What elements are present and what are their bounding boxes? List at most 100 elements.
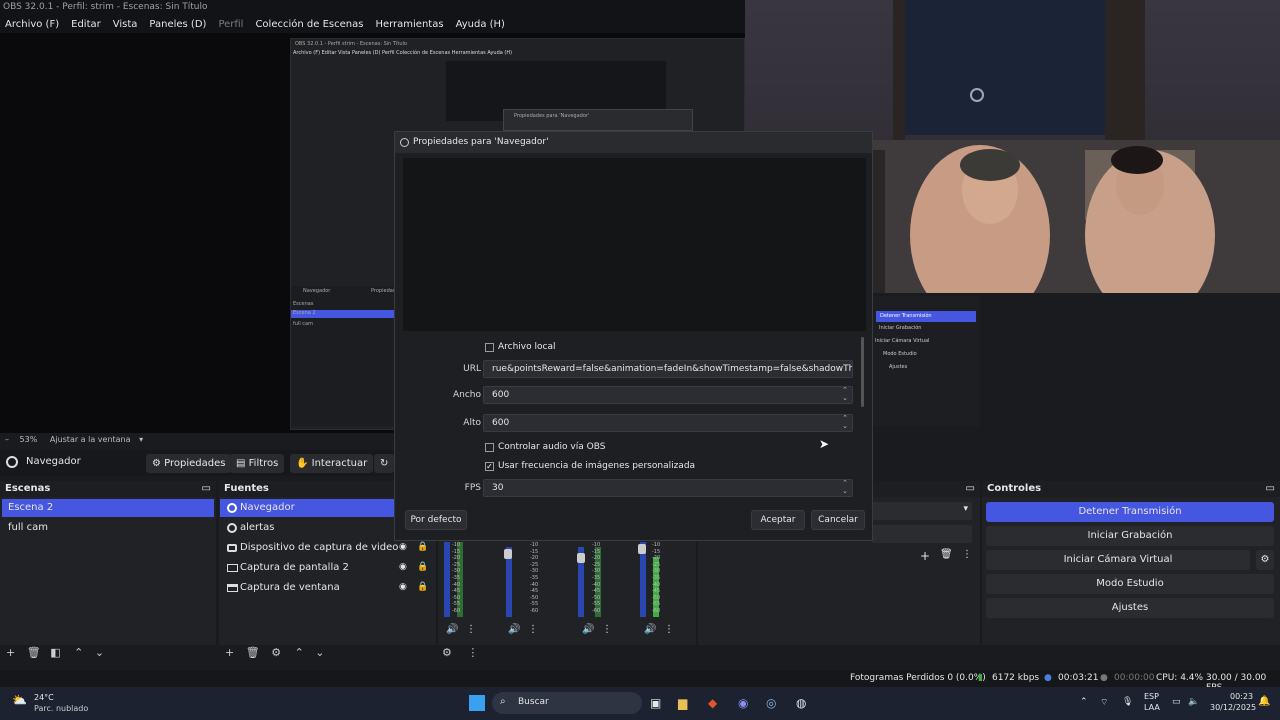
add-icon[interactable]: + bbox=[920, 549, 930, 563]
menu-item-paneles[interactable]: Paneles (D) bbox=[149, 19, 206, 30]
eye-icon[interactable]: ◉ bbox=[399, 562, 407, 572]
width-field[interactable]: 600 bbox=[483, 386, 853, 404]
lock-icon[interactable]: 🔒 bbox=[417, 542, 428, 552]
filters-button[interactable]: ▤ Filtros bbox=[230, 454, 285, 473]
discord-icon[interactable]: ◉ bbox=[738, 696, 748, 710]
lock-icon[interactable]: 🔒 bbox=[417, 582, 428, 592]
lang-bottom: LAA bbox=[1144, 703, 1160, 712]
duration-field[interactable] bbox=[872, 525, 972, 543]
kebab-menu-icon[interactable]: ⋮ bbox=[602, 624, 612, 635]
file-explorer-icon[interactable]: ▆ bbox=[678, 696, 687, 710]
url-field[interactable]: rue&pointsReward=false&animation=fadeIn&… bbox=[483, 360, 853, 378]
stop-streaming-button[interactable]: Detener Transmisión bbox=[986, 502, 1274, 522]
volume-icon[interactable]: 🔈 bbox=[1188, 697, 1199, 707]
defaults-button[interactable]: Por defecto bbox=[405, 510, 467, 530]
obs-taskbar-icon[interactable]: ◍ bbox=[796, 696, 806, 710]
control-audio-checkbox[interactable] bbox=[485, 443, 494, 452]
move-up-icon[interactable]: ⌃ bbox=[74, 646, 83, 659]
trash-icon[interactable]: 🗑 bbox=[27, 646, 41, 659]
eye-icon[interactable]: ◉ bbox=[399, 542, 407, 552]
transition-select[interactable]: ▾ bbox=[872, 502, 972, 520]
brave-icon[interactable]: ◆ bbox=[708, 696, 717, 710]
menu-item-herramientas[interactable]: Herramientas bbox=[375, 19, 443, 30]
speaker-icon[interactable]: 🔊 bbox=[644, 624, 656, 635]
mic-icon[interactable]: 🎙 bbox=[1122, 697, 1133, 707]
local-file-checkbox[interactable] bbox=[485, 343, 494, 352]
wifi-icon[interactable]: ⌔ bbox=[1100, 697, 1108, 708]
scene-item[interactable]: full cam bbox=[2, 519, 214, 537]
height-stepper[interactable]: ⌃ ⌄ bbox=[839, 414, 851, 432]
kebab-menu-icon[interactable]: ⋮ bbox=[467, 646, 478, 659]
cancel-button[interactable]: Cancelar bbox=[811, 510, 865, 530]
weather-temp[interactable]: 24°C bbox=[34, 693, 54, 702]
windows-start-icon[interactable] bbox=[469, 695, 485, 711]
zoom-fit-label[interactable]: Ajustar a la ventana bbox=[50, 435, 131, 444]
lock-icon[interactable]: 🔒 bbox=[417, 562, 428, 572]
move-up-icon[interactable]: ⌃ bbox=[295, 646, 304, 659]
menu-item-coleccion[interactable]: Colección de Escenas bbox=[255, 19, 363, 30]
kebab-menu-icon[interactable]: ⋮ bbox=[664, 624, 674, 635]
volume-slider-handle[interactable] bbox=[504, 549, 512, 559]
kebab-menu-icon[interactable]: ⋮ bbox=[962, 549, 972, 560]
scene-item[interactable]: Escena 2 bbox=[2, 499, 214, 517]
mouse-cursor: ➤ bbox=[819, 437, 830, 451]
source-item[interactable]: Navegador bbox=[220, 499, 394, 517]
zoom-out-button[interactable]: – bbox=[5, 435, 9, 444]
height-field[interactable]: 600 bbox=[483, 414, 853, 432]
menu-item-ayuda[interactable]: Ayuda (H) bbox=[456, 19, 505, 30]
menu-item-editar[interactable]: Editar bbox=[71, 19, 101, 30]
steam-icon[interactable]: ◎ bbox=[766, 696, 776, 710]
studio-mode-button[interactable]: Modo Estudio bbox=[986, 574, 1274, 594]
width-stepper[interactable]: ⌃ ⌄ bbox=[839, 386, 851, 404]
menu-item-archivo[interactable]: Archivo (F) bbox=[5, 19, 59, 30]
lang-top[interactable]: ESP bbox=[1144, 692, 1159, 701]
notification-bell-icon[interactable]: 🔔 bbox=[1258, 696, 1270, 707]
meter-tick-label: -50 bbox=[452, 594, 461, 601]
gear-icon[interactable]: ⚙ bbox=[1256, 550, 1274, 570]
refresh-icon[interactable]: ↻ bbox=[374, 454, 395, 473]
add-icon[interactable]: + bbox=[225, 646, 234, 659]
meter-tick-label: -10 bbox=[652, 542, 661, 548]
dock-menu-icon[interactable]: ▭ bbox=[966, 481, 975, 497]
dock-menu-icon[interactable]: ▭ bbox=[202, 481, 211, 497]
volume-slider-handle[interactable] bbox=[638, 544, 646, 554]
trash-icon[interactable]: 🗑 bbox=[940, 549, 953, 560]
weather-icon[interactable]: ⛅ bbox=[12, 693, 27, 707]
mixer-settings-icon[interactable]: ⚙ bbox=[442, 646, 452, 659]
settings-button[interactable]: Ajustes bbox=[986, 598, 1274, 618]
meter-tick-label: -60 bbox=[452, 608, 461, 614]
fps-stepper[interactable]: ⌃ ⌄ bbox=[839, 479, 851, 497]
chevron-down-icon[interactable]: ▾ bbox=[139, 435, 143, 444]
speaker-icon[interactable]: 🔊 bbox=[508, 624, 520, 635]
interact-button[interactable]: ✋ Interactuar bbox=[290, 454, 374, 473]
kebab-menu-icon[interactable]: ⋮ bbox=[528, 624, 538, 635]
volume-slider-handle[interactable] bbox=[577, 553, 585, 563]
task-view-icon[interactable]: ▣ bbox=[650, 696, 661, 710]
menu-item-perfil[interactable]: Perfil bbox=[218, 19, 243, 30]
dialog-scrollbar[interactable] bbox=[861, 337, 864, 407]
clock-time[interactable]: 00:23 bbox=[1230, 692, 1253, 701]
nested-control-item: Modo Estudio bbox=[883, 351, 917, 357]
menu-item-vista[interactable]: Vista bbox=[113, 19, 138, 30]
kebab-menu-icon[interactable]: ⋮ bbox=[466, 624, 476, 635]
speaker-icon[interactable]: 🔊 bbox=[582, 624, 594, 635]
properties-button[interactable]: ⚙ Propiedades bbox=[146, 454, 232, 473]
search-box[interactable] bbox=[492, 692, 642, 714]
eye-icon[interactable]: ◉ bbox=[399, 582, 407, 592]
ok-button[interactable]: Aceptar bbox=[751, 510, 805, 530]
trash-icon[interactable]: 🗑 bbox=[246, 646, 260, 659]
nested-scene-item: Escena 2 bbox=[291, 310, 394, 318]
custom-fps-checkbox[interactable]: ✓ bbox=[485, 462, 494, 471]
speaker-icon[interactable]: 🔊 bbox=[446, 624, 458, 635]
add-icon[interactable]: + bbox=[6, 646, 15, 659]
start-recording-button[interactable]: Iniciar Grabación bbox=[986, 526, 1274, 546]
start-virtual-camera-button[interactable]: Iniciar Cámara Virtual bbox=[986, 550, 1250, 570]
gear-icon[interactable]: ⚙ bbox=[271, 646, 281, 659]
dock-menu-icon[interactable]: ▭ bbox=[1266, 481, 1275, 497]
fps-field[interactable]: 30 bbox=[483, 479, 853, 497]
filter-icon[interactable]: ◧ bbox=[50, 646, 60, 659]
move-down-icon[interactable]: ⌄ bbox=[95, 646, 104, 659]
move-down-icon[interactable]: ⌄ bbox=[315, 646, 324, 659]
tray-chevron-icon[interactable]: ⌃ bbox=[1080, 697, 1088, 707]
network-icon[interactable]: ▭ bbox=[1172, 697, 1181, 707]
